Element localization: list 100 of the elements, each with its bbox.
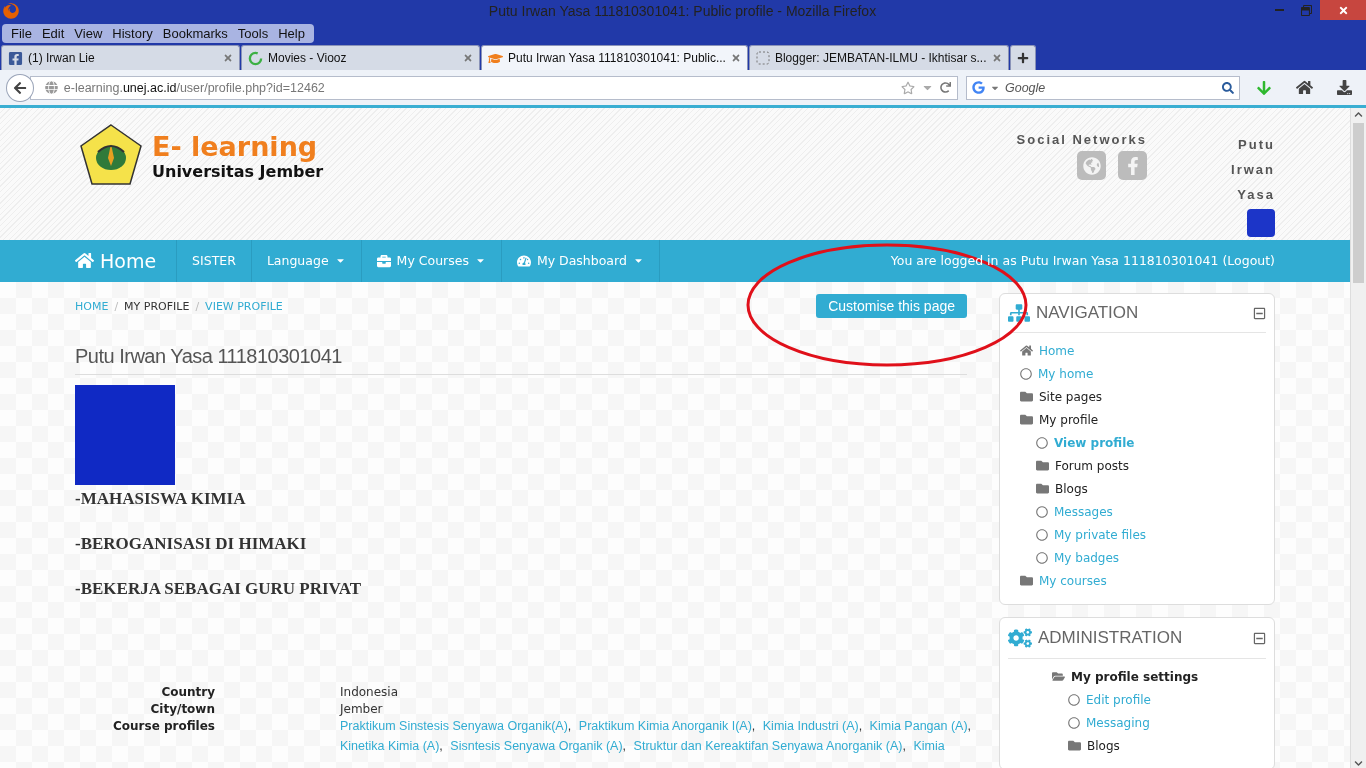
menu-item[interactable]: Tools: [232, 24, 274, 42]
list-comma: ,: [567, 719, 572, 733]
university-emblem-drawing: [78, 122, 144, 188]
breadcrumb-item[interactable]: MY PROFILE: [124, 299, 190, 313]
list-comma: ,: [858, 719, 863, 733]
home-icon: [75, 251, 94, 271]
star-icon[interactable]: [901, 80, 915, 95]
search-icon[interactable]: [1222, 81, 1234, 94]
up-arrow-icon[interactable]: [1354, 110, 1363, 119]
list-comma: ,: [439, 739, 443, 753]
menu-item[interactable]: Help: [273, 24, 310, 42]
list-comma: ,: [902, 739, 906, 753]
collapse-icon[interactable]: [1253, 306, 1266, 320]
folder-icon: [1020, 574, 1033, 587]
address-field[interactable]: e-learning.unej.ac.id/user/profile.php?id=12462: [29, 75, 958, 100]
tree-item[interactable]: My profile: [1008, 408, 1266, 431]
breadcrumb-separator: /: [114, 299, 119, 313]
open-folder-icon: [1052, 670, 1065, 683]
firefox-icon: [3, 3, 19, 19]
field-value: Jember: [340, 702, 384, 716]
description-line: -BEKERJA SEBAGAI GURU PRIVAT: [75, 579, 363, 599]
tree-item[interactable]: Blogs: [1008, 477, 1266, 500]
home-icon: [1296, 79, 1313, 96]
home-icon: [1020, 344, 1033, 357]
block-title: ADMINISTRATION: [1038, 628, 1184, 648]
course-link[interactable]: Sisntesis Senyawa Organik (A): [450, 739, 623, 753]
close-button[interactable]: [1320, 0, 1366, 20]
tree-item[interactable]: Forum posts: [1008, 454, 1266, 477]
tree-item[interactable]: Site pages: [1008, 385, 1266, 408]
description-line: -BEROGANISASI DI HIMAKI: [75, 534, 308, 554]
blank-page-icon: [755, 51, 770, 65]
search-field[interactable]: Google: [966, 75, 1240, 100]
menu-item[interactable]: View: [69, 24, 108, 42]
tree-item[interactable]: My profile settings: [1008, 665, 1266, 688]
browser-tab[interactable]: Putu Irwan Yasa 111810301041: Public...: [481, 45, 748, 70]
tree-item[interactable]: My private files: [1008, 523, 1266, 546]
new-tab-button[interactable]: [1009, 45, 1036, 70]
collapse-icon[interactable]: [1253, 631, 1266, 645]
browser-tab[interactable]: Movies - Viooz: [241, 45, 480, 70]
menu-item[interactable]: Edit: [36, 24, 70, 42]
breadcrumb-item[interactable]: VIEW PROFILE: [205, 299, 283, 313]
list-comma: ,: [751, 719, 756, 733]
user-name[interactable]: Putu Irwan Yasa: [1215, 132, 1275, 207]
facebook-icon: [8, 50, 23, 66]
close-icon[interactable]: [991, 53, 1002, 63]
down-arrow-icon: [1256, 79, 1272, 96]
folder-icon: [1020, 413, 1033, 426]
menu-item[interactable]: File: [6, 24, 37, 42]
back-button[interactable]: [6, 73, 34, 102]
description-line: -MAHASISWA KIMIA: [75, 489, 247, 509]
brand-title: E- learning: [152, 132, 319, 162]
logout-link[interactable]: (Logout): [1222, 253, 1275, 269]
list-comma: ,: [622, 739, 627, 753]
folder-icon: [1068, 739, 1081, 752]
breadcrumb-separator: /: [195, 299, 200, 313]
course-link[interactable]: Praktikum Sinstesis Senyawa Organik(A): [340, 719, 568, 733]
tree-item[interactable]: Home: [1008, 339, 1266, 362]
brand-subtitle: Universitas Jember: [152, 162, 324, 182]
tree-item[interactable]: My courses: [1008, 569, 1266, 592]
social-title: Social Networks: [1016, 132, 1147, 147]
menu-item[interactable]: Bookmarks: [157, 24, 233, 42]
scrollbar-thumb[interactable]: [1353, 123, 1364, 283]
loading-icon: [248, 50, 263, 66]
block-title: NAVIGATION: [1036, 303, 1140, 323]
close-icon[interactable]: [223, 53, 233, 63]
browser-tab[interactable]: Blogger: JEMBATAN-ILMU - Ikhtisar s...: [748, 45, 1009, 70]
breadcrumb-item[interactable]: HOME: [75, 299, 109, 313]
tree-item[interactable]: My badges: [1008, 546, 1266, 569]
menu-item[interactable]: History: [107, 24, 158, 42]
customise-button[interactable]: Customise this page: [816, 294, 967, 318]
folder-icon: [1036, 459, 1049, 472]
tree-item[interactable]: Blogs: [1008, 734, 1266, 757]
browser-tab[interactable]: (1) Irwan Lie: [1, 45, 240, 70]
list-comma: ,: [967, 719, 972, 733]
gears-icon: [1008, 626, 1032, 650]
tree-item[interactable]: My home: [1008, 362, 1266, 385]
tree-item[interactable]: Edit profile: [1008, 688, 1266, 711]
download-icon: [1337, 80, 1352, 95]
tree-item[interactable]: Messaging: [1008, 711, 1266, 734]
course-link[interactable]: Kimia Pangan (A): [869, 719, 968, 733]
back-arrow-icon: [12, 80, 27, 95]
minimize-icon: [1275, 9, 1284, 11]
gauge-icon: [516, 253, 531, 268]
close-icon[interactable]: [730, 53, 741, 63]
field-label: Country: [160, 685, 215, 699]
field-label: City/town: [149, 702, 215, 716]
profile-heading: Putu Irwan Yasa 111810301041: [75, 345, 967, 375]
tree-item[interactable]: Messages: [1008, 500, 1266, 523]
course-link[interactable]: Kimia: [913, 739, 945, 753]
scrollbar[interactable]: [1350, 108, 1366, 768]
close-icon: [1337, 4, 1349, 16]
sitemap-icon: [1008, 302, 1030, 324]
google-icon: [972, 81, 985, 94]
down-arrow-icon[interactable]: [1354, 759, 1363, 768]
tree-item[interactable]: View profile: [1008, 431, 1266, 454]
close-icon[interactable]: [463, 53, 473, 63]
field-value: Indonesia: [340, 685, 400, 699]
reload-icon[interactable]: [940, 82, 951, 93]
course-link[interactable]: Kimia Industri (A): [762, 719, 859, 733]
course-link[interactable]: Praktikum Kimia Anorganik I(A): [578, 719, 752, 733]
